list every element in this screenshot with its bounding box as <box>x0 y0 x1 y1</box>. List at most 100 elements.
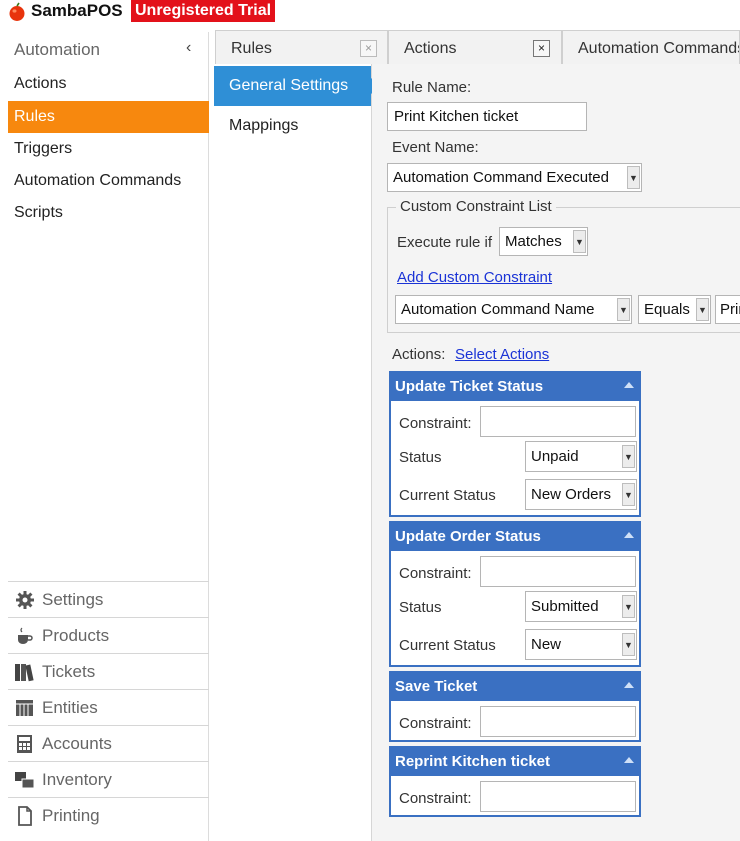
table-grid-icon <box>16 700 33 716</box>
section-printing[interactable]: Printing <box>8 797 209 833</box>
rule-name-input[interactable]: Print Kitchen ticket <box>387 102 587 131</box>
document-tabs: Rules × Actions × Automation Commands <box>215 30 740 64</box>
execute-rule-value: Matches <box>505 233 562 250</box>
sidebar: Automation ‹ Actions Rules Triggers Auto… <box>8 32 209 841</box>
chevron-down-icon: ▼ <box>622 595 635 618</box>
sidebar-header: Automation ‹ <box>8 32 208 66</box>
execute-rule-select[interactable]: Matches ▼ <box>499 227 588 256</box>
chevron-down-icon: ▼ <box>622 445 635 468</box>
action-card-reprint-kitchen-ticket: Reprint Kitchen ticket Constraint: <box>389 746 641 817</box>
collapse-card-icon[interactable] <box>624 382 634 388</box>
constraint-field-value: Automation Command Name <box>401 301 595 318</box>
action-card-update-ticket-status: Update Ticket Status Constraint: Status … <box>389 371 641 517</box>
section-label: Accounts <box>42 734 112 753</box>
status-label: Status <box>399 599 442 616</box>
event-name-select[interactable]: Automation Command Executed ▼ <box>387 163 642 192</box>
tab-label: Actions <box>404 40 457 57</box>
chevron-down-icon: ▼ <box>627 166 640 189</box>
settings-subnav: General Settings Mappings <box>214 64 380 841</box>
action-card-header: Save Ticket <box>391 673 639 701</box>
calculator-icon <box>17 735 32 753</box>
tab-label: Rules <box>231 40 272 57</box>
actions-label: Actions: <box>392 346 446 363</box>
constraint-label: Constraint: <box>399 415 472 432</box>
collapse-sidebar-icon[interactable]: ‹ <box>186 39 191 57</box>
status-value: Unpaid <box>531 448 579 465</box>
action-card-title: Reprint Kitchen ticket <box>395 753 551 770</box>
constraint-input[interactable] <box>480 781 636 812</box>
rule-name-label: Rule Name: <box>392 79 472 96</box>
status-select[interactable]: Unpaid ▼ <box>525 441 637 472</box>
sidebar-title: Automation <box>14 40 100 59</box>
action-card-title: Update Ticket Status <box>395 378 544 395</box>
constraint-input[interactable] <box>480 406 636 437</box>
current-status-select[interactable]: New ▼ <box>525 629 637 660</box>
section-tickets[interactable]: Tickets <box>8 653 209 689</box>
add-custom-constraint-link[interactable]: Add Custom Constraint <box>397 269 552 286</box>
chevron-down-icon: ▼ <box>622 483 635 506</box>
constraint-field-select[interactable]: Automation Command Name ▼ <box>395 295 632 324</box>
subnav-mappings[interactable]: Mappings <box>214 106 371 146</box>
coffee-cup-icon <box>18 627 33 644</box>
tab-label: Automation Commands <box>578 40 740 57</box>
action-card-header: Update Order Status <box>391 523 639 551</box>
chevron-down-icon: ▼ <box>696 298 709 321</box>
sidebar-item-triggers[interactable]: Triggers <box>8 133 209 165</box>
select-actions-link[interactable]: Select Actions <box>455 346 549 363</box>
document-icon <box>18 806 32 826</box>
status-select[interactable]: Submitted ▼ <box>525 591 637 622</box>
collapse-card-icon[interactable] <box>624 757 634 763</box>
event-name-value: Automation Command Executed <box>393 169 609 186</box>
current-status-select[interactable]: New Orders ▼ <box>525 479 637 510</box>
gear-icon <box>16 591 34 609</box>
section-settings[interactable]: Settings <box>8 581 209 617</box>
collapse-card-icon[interactable] <box>624 532 634 538</box>
chevron-down-icon: ▼ <box>622 633 635 656</box>
section-accounts[interactable]: Accounts <box>8 725 209 761</box>
current-status-value: New <box>531 636 562 653</box>
sidebar-item-actions[interactable]: Actions <box>8 68 209 100</box>
tab-automation-commands[interactable]: Automation Commands <box>562 30 740 64</box>
constraint-label: Constraint: <box>399 715 472 732</box>
section-label: Products <box>42 626 110 645</box>
chevron-down-icon: ▼ <box>573 230 586 253</box>
boxes-icon <box>15 772 35 789</box>
collapse-card-icon[interactable] <box>624 682 634 688</box>
trial-badge: Unregistered Trial <box>131 0 276 22</box>
status-value: Submitted <box>531 598 599 615</box>
sidebar-item-rules[interactable]: Rules <box>8 101 209 133</box>
section-label: Inventory <box>42 770 112 789</box>
section-inventory[interactable]: Inventory <box>8 761 209 797</box>
constraint-value-input[interactable]: Print Kitchen ticket <box>715 295 740 324</box>
status-label: Status <box>399 449 442 466</box>
action-card-title: Update Order Status <box>395 528 541 545</box>
action-card-update-order-status: Update Order Status Constraint: Status S… <box>389 521 641 667</box>
custom-constraint-title: Custom Constraint List <box>396 198 556 215</box>
constraint-label: Constraint: <box>399 790 472 807</box>
section-label: Tickets <box>42 662 96 681</box>
current-status-value: New Orders <box>531 486 612 503</box>
sidebar-item-scripts[interactable]: Scripts <box>8 197 209 229</box>
constraint-label: Constraint: <box>399 565 472 582</box>
tab-rules[interactable]: Rules × <box>215 30 388 64</box>
title-bar: SambaPOS Unregistered Trial <box>0 0 740 24</box>
constraint-operator-value: Equals <box>644 301 690 318</box>
sidebar-item-automation-commands[interactable]: Automation Commands <box>8 165 209 197</box>
action-card-header: Update Ticket Status <box>391 373 639 401</box>
subnav-general-settings[interactable]: General Settings <box>214 66 371 106</box>
constraint-operator-select[interactable]: Equals ▼ <box>638 295 711 324</box>
section-label: Entities <box>42 698 98 717</box>
section-entities[interactable]: Entities <box>8 689 209 725</box>
execute-rule-label: Execute rule if <box>397 234 493 251</box>
app-name: SambaPOS <box>31 1 123 20</box>
section-products[interactable]: Products <box>8 617 209 653</box>
constraint-input[interactable] <box>480 556 636 587</box>
current-status-label: Current Status <box>399 487 496 504</box>
tab-actions[interactable]: Actions × <box>388 30 562 64</box>
section-label: Settings <box>42 590 104 609</box>
close-tab-icon[interactable]: × <box>533 40 550 57</box>
action-card-title: Save Ticket <box>395 678 478 695</box>
constraint-input[interactable] <box>480 706 636 737</box>
close-tab-icon[interactable]: × <box>360 40 377 57</box>
sambapos-logo-icon <box>9 2 25 21</box>
